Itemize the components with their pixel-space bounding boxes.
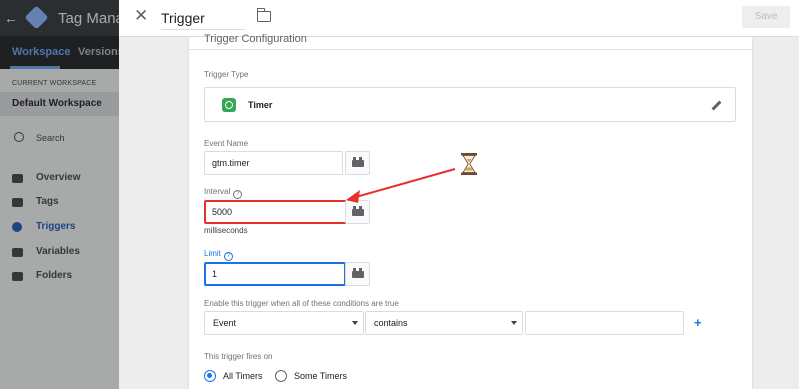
folder-icon[interactable] [256, 8, 271, 22]
trigger-type-selector[interactable]: Timer [204, 87, 736, 122]
radio-label: Some Timers [294, 371, 348, 381]
timer-icon [222, 98, 236, 112]
close-icon[interactable]: ✕ [134, 7, 150, 24]
event-name-field[interactable]: gtm.timer [204, 151, 343, 175]
radio-label: All Timers [223, 371, 263, 381]
interval-label: Interval? [204, 187, 243, 199]
save-button[interactable]: Save [742, 6, 790, 28]
annotation-arrow [346, 168, 456, 203]
chevron-down-icon [511, 321, 517, 325]
trigger-name-input[interactable] [161, 6, 245, 30]
help-icon[interactable]: ? [233, 190, 243, 199]
variable-icon [352, 268, 364, 278]
interval-unit: milliseconds [204, 226, 248, 235]
condition-value-field[interactable] [525, 311, 684, 335]
radio-button[interactable] [275, 370, 287, 382]
divider [189, 49, 752, 50]
trigger-type-name: Timer [248, 100, 273, 110]
limit-field[interactable]: 1 [204, 262, 346, 286]
interval-field[interactable]: 5000 [204, 200, 347, 224]
help-icon[interactable]: ? [223, 252, 233, 261]
card-title: Trigger Configuration [204, 33, 307, 45]
event-name-label: Event Name [204, 139, 249, 148]
radio-button[interactable] [204, 370, 216, 382]
condition-variable-select[interactable]: Event [204, 311, 364, 335]
chevron-down-icon [352, 321, 358, 325]
trigger-configuration-card: Trigger Configuration Trigger Type Timer… [189, 33, 752, 389]
trigger-type-label: Trigger Type [204, 70, 249, 79]
conditions-label: Enable this trigger when all of these co… [204, 299, 399, 308]
hourglass-icon [461, 153, 477, 175]
limit-label: Limit? [204, 249, 233, 261]
pencil-icon[interactable] [711, 100, 722, 111]
fires-on-label: This trigger fires on [204, 352, 273, 361]
panel-header: ✕ Save [119, 0, 799, 37]
condition-operator-select[interactable]: contains [365, 311, 523, 335]
add-condition-button[interactable]: + [694, 315, 702, 330]
variable-picker-button[interactable] [345, 262, 370, 286]
variable-icon [352, 206, 364, 216]
